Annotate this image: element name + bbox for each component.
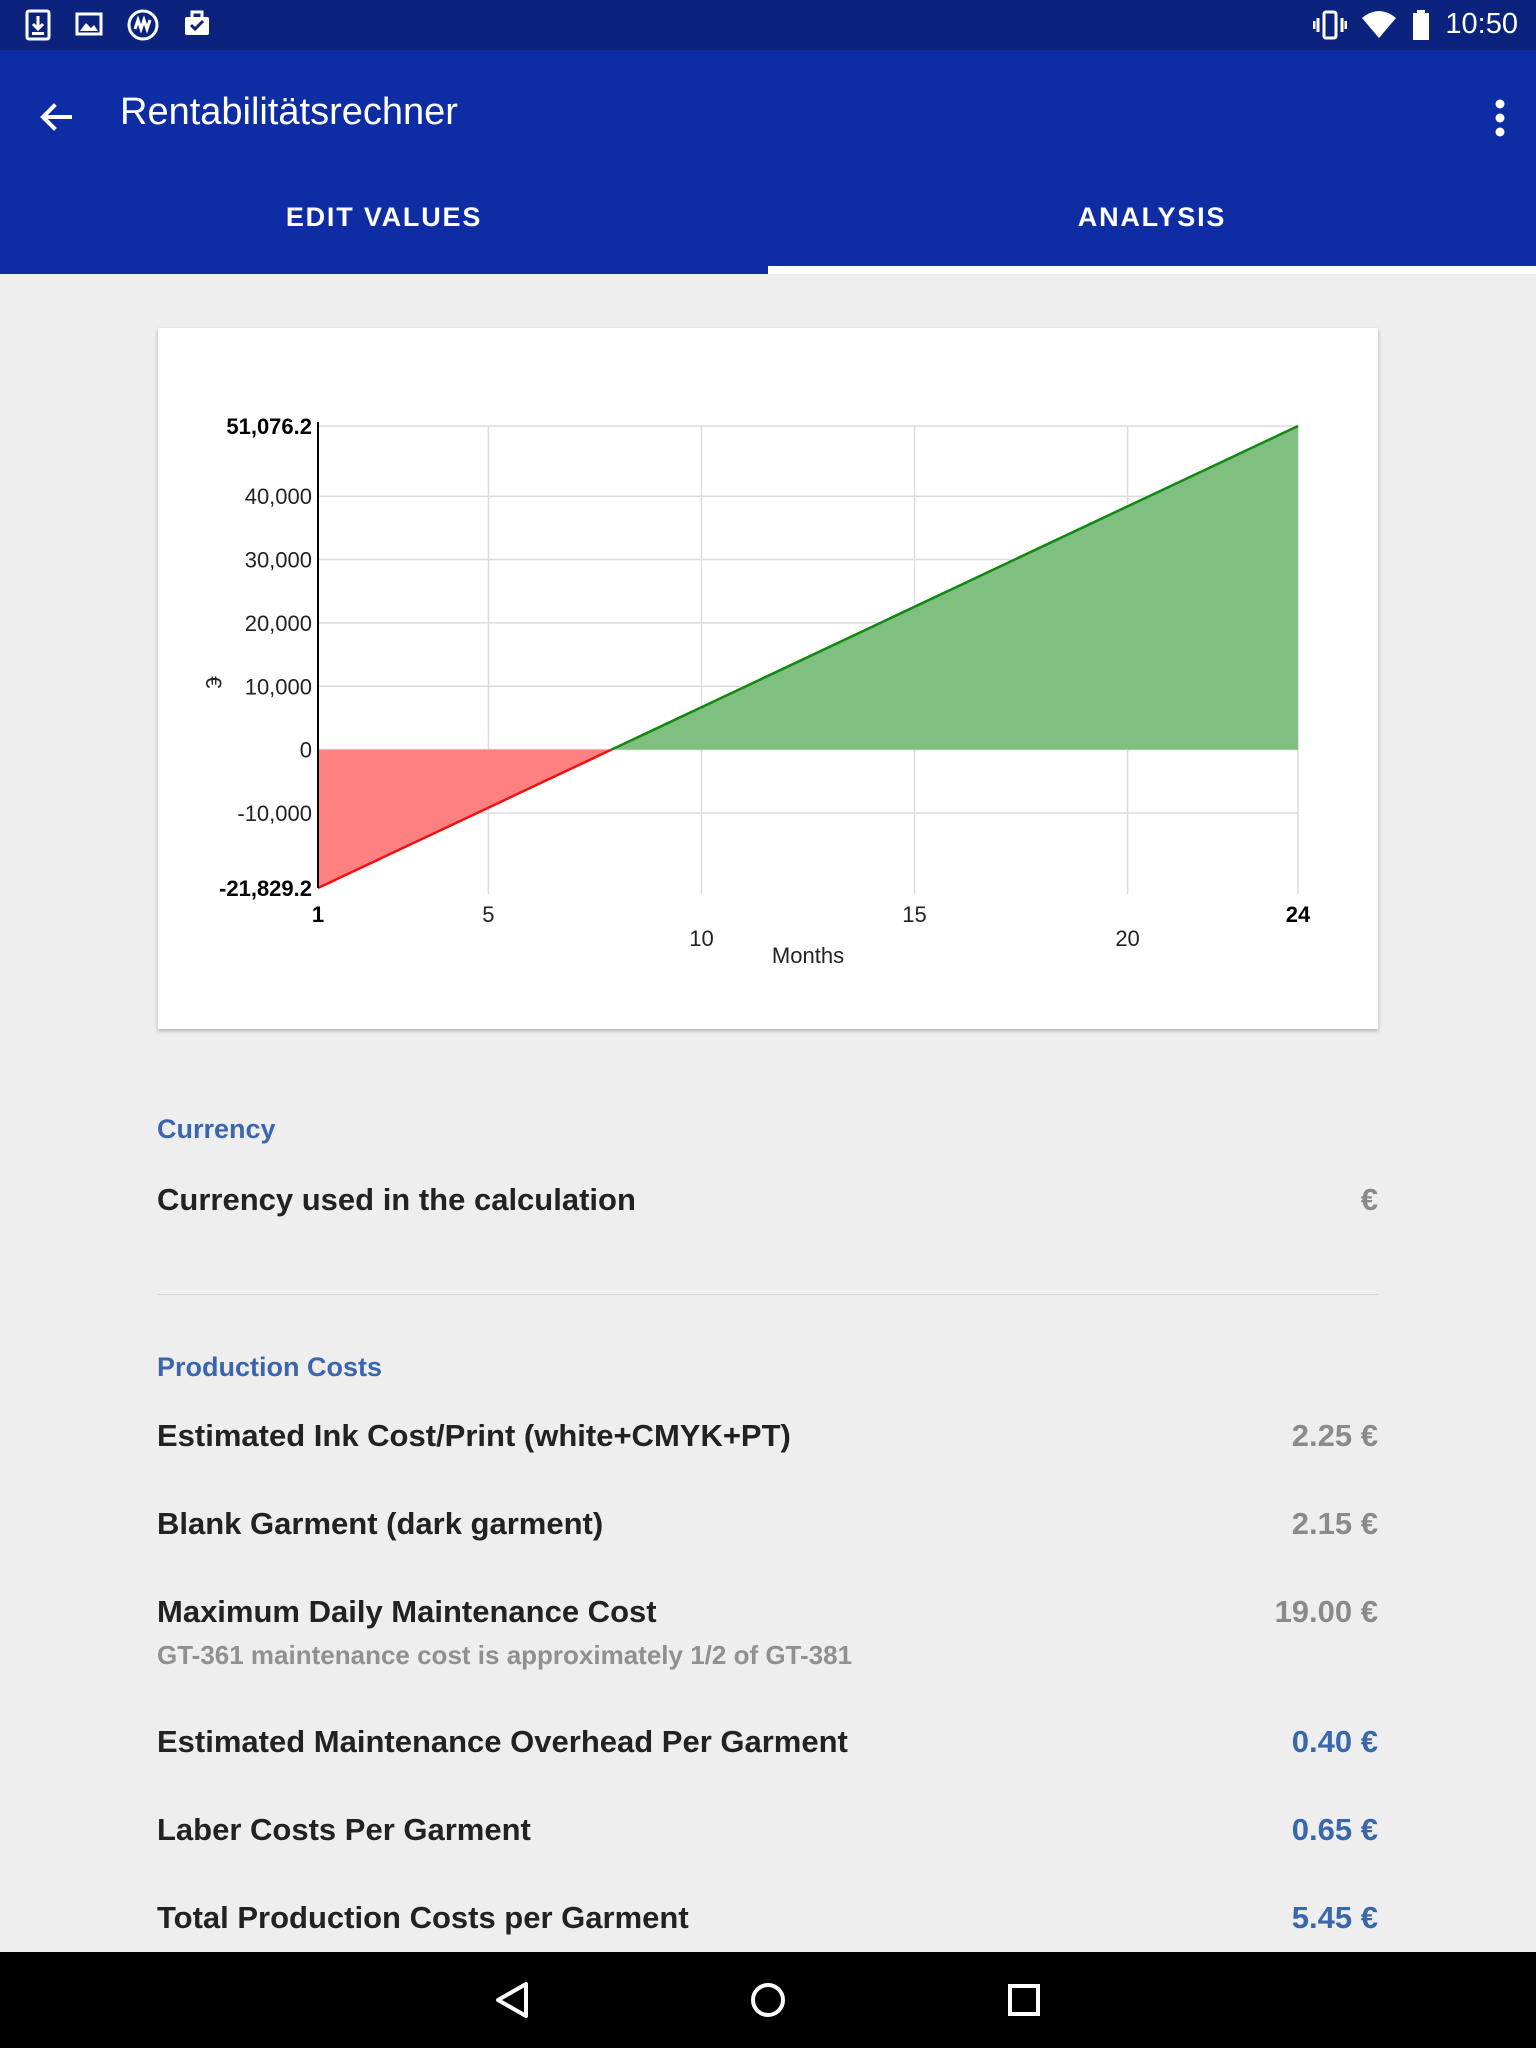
- currency-value[interactable]: €: [1361, 1182, 1378, 1218]
- production-costs-section-title: Production Costs: [157, 1352, 383, 1382]
- ink-cost-value[interactable]: 2.25 €: [1292, 1418, 1378, 1454]
- section-divider: [158, 1294, 1378, 1295]
- status-bar: 10:50: [0, 0, 1536, 50]
- page-title: Rentabilitätsrechner: [120, 91, 458, 133]
- x-tick-label: 15: [902, 902, 926, 927]
- x-tick-label: 1: [312, 902, 324, 927]
- nav-recents-button[interactable]: [996, 1972, 1052, 2028]
- app-bar: Rentabilitätsrechner EDIT VALUES ANALYSI…: [0, 50, 1536, 274]
- arrow-back-icon: [40, 103, 72, 131]
- tab-edit-values[interactable]: EDIT VALUES: [0, 160, 768, 274]
- maintenance-overhead-label: Estimated Maintenance Overhead Per Garme…: [157, 1724, 848, 1759]
- system-nav-bar: [0, 1952, 1536, 2048]
- ink-cost-label: Estimated Ink Cost/Print (white+CMYK+PT): [157, 1418, 791, 1453]
- total-production-cost-value: 5.45 €: [1291, 1900, 1378, 1935]
- maintenance-overhead-value: 0.40 €: [1291, 1724, 1378, 1759]
- nav-home-icon: [751, 1983, 785, 2017]
- tab-indicator: [768, 266, 1536, 274]
- daily-maintenance-hint: GT-361 maintenance cost is approximately…: [157, 1640, 853, 1670]
- nav-recents-icon: [1008, 1984, 1040, 2016]
- overflow-menu-button[interactable]: [1476, 90, 1524, 146]
- labor-cost-label: Laber Costs Per Garment: [157, 1812, 531, 1847]
- x-tick-label: 10: [689, 926, 713, 951]
- total-production-cost-label: Total Production Costs per Garment: [157, 1900, 689, 1935]
- labor-cost-value: 0.65 €: [1291, 1812, 1378, 1847]
- nav-back-icon: [496, 1982, 528, 2018]
- download-icon: [25, 9, 51, 41]
- y-tick-label: 30,000: [245, 548, 312, 573]
- blank-garment-value[interactable]: 2.15 €: [1292, 1506, 1378, 1542]
- daily-maintenance-value[interactable]: 19.00 €: [1275, 1594, 1378, 1630]
- more-vert-icon: [1495, 99, 1505, 137]
- image-icon: [75, 12, 103, 36]
- daily-maintenance-label: Maximum Daily Maintenance Cost: [157, 1594, 657, 1629]
- y-tick-label: 10,000: [245, 674, 312, 699]
- battery-icon: [1413, 9, 1430, 40]
- x-tick-label: 24: [1286, 902, 1311, 927]
- profitability-chart-card: -21,829.2 -10,000 0 10,000 20,000 30,000 40,00…: [158, 328, 1378, 1029]
- app-logo-icon: [127, 9, 159, 41]
- clock: 10:50: [1445, 8, 1518, 40]
- y-tick-label: 51,076.2: [226, 414, 312, 439]
- nav-home-button[interactable]: [740, 1972, 796, 2028]
- y-axis-title: €: [201, 676, 226, 688]
- tab-analysis[interactable]: ANALYSIS: [768, 160, 1536, 274]
- currency-section-title: Currency: [157, 1114, 276, 1144]
- notification-icons: [24, 9, 212, 41]
- nav-back-button[interactable]: [484, 1972, 540, 2028]
- y-tick-label: 0: [300, 738, 312, 763]
- y-tick-label: -10,000: [237, 801, 312, 826]
- currency-label: Currency used in the calculation: [157, 1182, 636, 1217]
- x-tick-label: 20: [1115, 926, 1139, 951]
- blank-garment-label: Blank Garment (dark garment): [157, 1506, 604, 1541]
- profitability-chart: -21,829.2 -10,000 0 10,000 20,000 30,000 40,00…: [201, 414, 1311, 968]
- y-tick-label: -21,829.2: [219, 876, 312, 901]
- x-tick-label: 5: [482, 902, 494, 927]
- system-status: 10:50: [1313, 8, 1518, 41]
- y-tick-label: 40,000: [245, 484, 312, 509]
- back-button[interactable]: [32, 93, 80, 141]
- vibrate-icon: [1313, 10, 1348, 39]
- briefcase-icon: [185, 10, 209, 35]
- x-axis-title: Months: [772, 943, 844, 968]
- wifi-icon: [1362, 10, 1397, 38]
- y-tick-label: 20,000: [245, 611, 312, 636]
